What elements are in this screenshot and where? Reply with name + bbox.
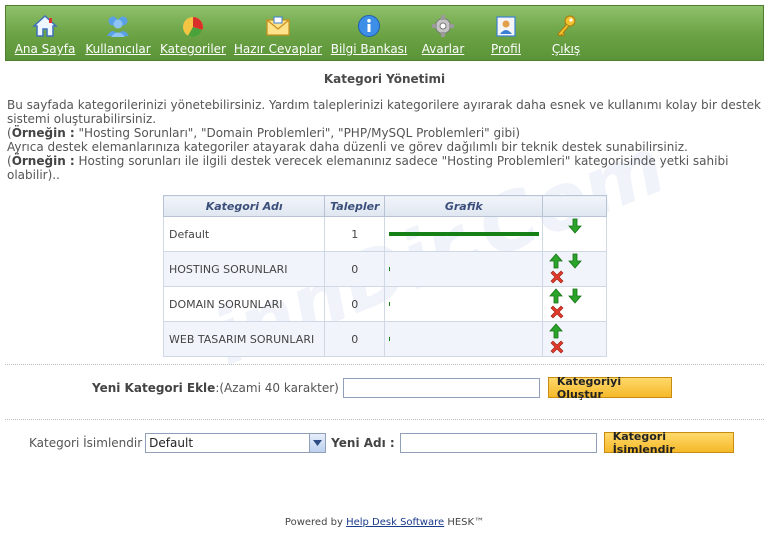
nav-categories[interactable]: Kategoriler [160,13,226,56]
graph-bar [389,337,391,341]
category-actions [542,321,607,357]
header-count: Talepler [324,195,386,217]
category-select-value: Default [149,435,194,450]
category-name: HOSTING SORUNLARI [162,251,326,287]
category-count: 1 [324,216,386,252]
intro-line2: Ayrıca destek elemanlarınıza kategoriler… [7,140,688,154]
category-actions [542,286,607,322]
nav-home-label: Ana Sayfa [14,42,76,56]
new-category-input[interactable] [342,377,540,398]
move-down-icon[interactable] [568,288,585,304]
intro-text: Bu sayfada kategorilerinizi yönetebilirs… [7,98,761,182]
footer: Powered by Help Desk Software HESK™ [0,517,769,528]
nav-logout-label: Çıkış [551,42,581,56]
intro-example1: "Hosting Sorunları", "Domain Problemleri… [74,126,521,140]
footer-prefix: Powered by [284,517,347,528]
header-actions [542,195,607,217]
delete-icon[interactable] [549,339,566,355]
intro-line1: Bu sayfada kategorilerinizi yönetebilirs… [7,98,761,126]
category-table-body: Default 1 HOSTING SORUNLARI 0 DOMAIN SORUNLA… [162,216,607,357]
pie-chart-icon [179,13,207,39]
category-table: Kategori Adı Talepler Grafik Default 1 HOS… [162,195,607,357]
intro-example2: Hosting sorunları ile ilgili destek vere… [7,154,729,182]
home-icon [31,13,59,39]
table-header-row: Kategori Adı Talepler Grafik [162,195,607,217]
nav-knowledgebase[interactable]: Bilgi Bankası [331,13,407,56]
header-name: Kategori Adı [162,195,326,217]
category-graph [384,216,544,252]
nav-knowledgebase-label: Bilgi Bankası [330,42,408,56]
category-count: 0 [324,251,386,287]
table-row: HOSTING SORUNLARI 0 [162,251,607,287]
category-actions [542,216,607,252]
delete-icon[interactable] [549,269,566,285]
envelope-icon [264,13,292,39]
category-actions [542,251,607,287]
category-count: 0 [324,286,386,322]
nav-logout[interactable]: Çıkış [546,13,586,56]
category-graph [384,251,544,287]
category-name: WEB TASARIM SORUNLARI [162,321,326,357]
rename-category-form: Kategori İsimlendir Default Yeni Adı : K… [29,430,734,456]
nav-users[interactable]: Kullanıcılar [85,13,151,56]
nav-settings-label: Avarlar [421,42,465,56]
nav-profile-label: Profil [491,42,521,56]
move-down-icon[interactable] [568,218,585,234]
move-up-icon[interactable] [549,323,566,339]
rename-category-label: Kategori İsimlendir [29,435,143,450]
nav-users-label: Kullanıcılar [85,42,151,56]
footer-link[interactable]: Help Desk Software [346,517,444,528]
category-graph [384,286,544,322]
chevron-down-icon[interactable] [309,433,326,452]
page-title: Kategori Yönetimi [323,72,446,86]
header-graph: Grafik [384,195,544,217]
nav-categories-label: Kategoriler [160,42,226,56]
info-icon [355,13,383,39]
move-up-icon[interactable] [549,288,566,304]
users-icon [104,13,132,39]
top-navigation: Ana Sayfa Kullanıcılar Kategoriler Hazır… [5,5,764,61]
table-row: Default 1 [162,216,607,252]
create-category-button[interactable]: Kategoriyi Oluştur [547,375,672,401]
rename-category-button[interactable]: Kategori İsimlendir [603,430,734,456]
intro-example-label: Örneğin : [11,126,75,140]
graph-bar [389,267,391,271]
category-graph [384,321,544,357]
new-category-label: Yeni Kategori Ekle [92,380,216,395]
key-icon [552,13,580,39]
category-count: 0 [324,321,386,357]
move-down-icon[interactable] [568,253,585,269]
category-select[interactable]: Default [145,432,327,453]
nav-canned-responses[interactable]: Hazır Cevaplar [233,13,323,56]
new-category-hint: (Azami 40 karakter) [219,380,339,395]
category-name: Default [162,216,326,252]
new-name-label: Yeni Adı : [331,435,395,450]
footer-suffix: HESK™ [444,517,485,528]
new-name-input[interactable] [399,432,597,453]
table-row: DOMAIN SORUNLARI 0 [162,286,607,322]
nav-profile[interactable]: Profil [483,13,529,56]
nav-canned-responses-label: Hazır Cevaplar [233,42,323,56]
nav-home[interactable]: Ana Sayfa [15,13,75,56]
delete-icon[interactable] [549,304,566,320]
divider [5,364,764,365]
table-row: WEB TASARIM SORUNLARI 0 [162,321,607,357]
graph-bar [389,232,540,236]
category-name: DOMAIN SORUNLARI [162,286,326,322]
graph-bar [389,302,391,306]
move-up-icon[interactable] [549,253,566,269]
intro-example-label-2: Örneğin : [11,154,75,168]
new-category-form: Yeni Kategori Ekle: (Azami 40 karakter) … [92,375,672,401]
profile-icon [492,13,520,39]
nav-settings[interactable]: Avarlar [418,13,468,56]
divider [5,419,764,420]
gear-icon [429,13,457,39]
